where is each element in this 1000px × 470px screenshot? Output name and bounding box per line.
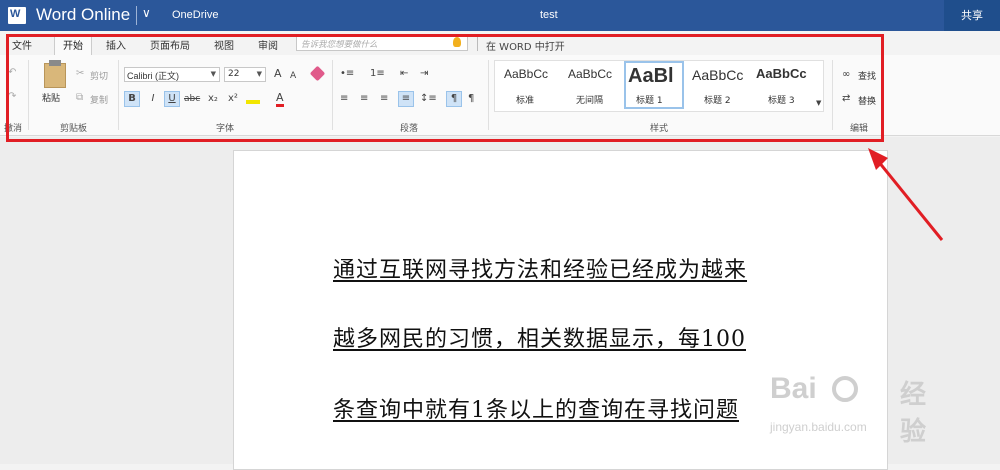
watermark-brand-cn: 经验	[900, 380, 927, 447]
title-bar: Word Online ∨ OneDrive test 共享	[0, 0, 1000, 31]
word-app-icon[interactable]	[8, 7, 26, 24]
annotation-arrow	[868, 148, 944, 241]
share-button[interactable]: 共享	[944, 0, 1000, 31]
chevron-down-icon[interactable]: ∨	[142, 6, 151, 20]
watermark-brand: Bai	[770, 372, 817, 405]
ribbon-highlight-box	[6, 34, 884, 142]
onedrive-link[interactable]: OneDrive	[172, 9, 218, 21]
app-name[interactable]: Word Online	[36, 5, 130, 25]
watermark-url: jingyan.baidu.com	[770, 420, 867, 434]
paw-icon	[832, 376, 858, 402]
document-title[interactable]: test	[540, 9, 558, 21]
title-separator	[136, 6, 137, 25]
document-line[interactable]: 通过互联网寻找方法和经验已经成为越来	[333, 252, 747, 284]
document-line[interactable]: 越多网民的习惯，相关数据显示，每100	[333, 321, 746, 353]
document-line[interactable]: 条查询中就有1条以上的查询在寻找问题	[333, 392, 739, 424]
